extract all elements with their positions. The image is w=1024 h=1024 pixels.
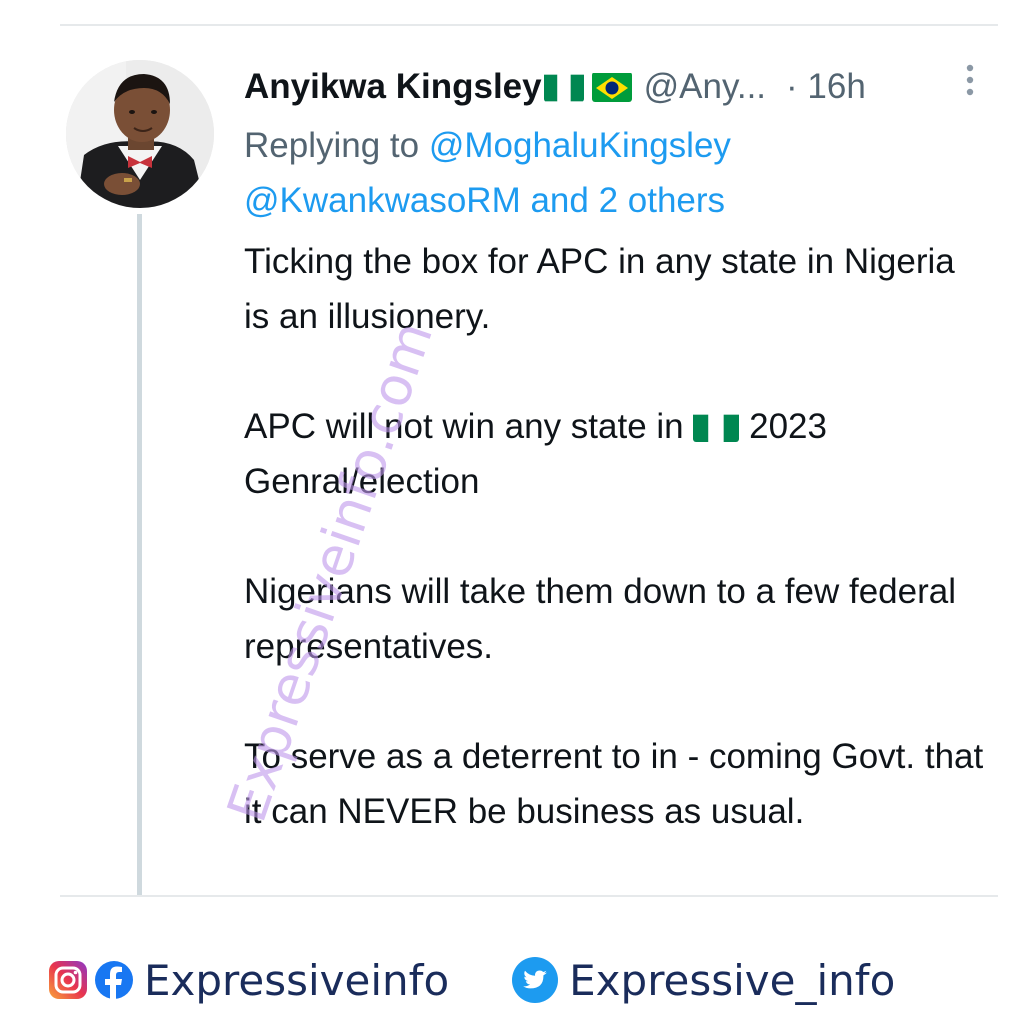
footer-right-group: Expressive_info [511,956,895,1005]
footer-left-label[interactable]: Expressiveinfo [144,956,449,1005]
others-link[interactable]: and 2 others [530,181,725,220]
footer-right-label[interactable]: Expressive_info [569,956,895,1005]
bottom-divider [60,895,998,897]
tweet-paragraph-2-before: APC will not win any state in [244,407,684,446]
top-divider [60,24,998,26]
user-handle[interactable]: @Any... [644,67,766,107]
footer-social-bar: Expressiveinfo Expressive_info [48,950,1008,1010]
nigeria-flag-icon [693,408,740,442]
brazil-flag-icon [591,72,632,102]
instagram-icon[interactable] [48,960,88,1000]
thread-connector-line [137,214,142,895]
nigeria-flag-icon [543,72,584,102]
vertical-ellipsis-icon[interactable] [960,62,980,102]
display-name[interactable]: Anyikwa Kingsley [244,67,542,107]
tweet-paragraph-1: Ticking the box for APC in any state in … [244,242,955,336]
avatar-photo [66,60,214,208]
footer-left-group: Expressiveinfo [48,956,449,1005]
avatar[interactable] [66,60,214,208]
tweet-body: Ticking the box for APC in any state in … [244,234,984,839]
tweet-paragraph-2: APC will not win any state in 2023 Genra… [244,399,984,509]
facebook-icon[interactable] [94,960,134,1000]
tweet-header: Anyikwa Kingsley @Any... · 16h [244,64,1004,110]
mention-link-1[interactable]: @MoghaluKingsley [429,126,731,165]
tweet-screenshot: Anyikwa Kingsley @Any... · 16h Replying … [0,0,1024,1024]
replying-to: Replying to @MoghaluKingsley @KwankwasoR… [244,118,984,228]
tweet-paragraph-4: To serve as a deterrent to in - coming G… [244,737,984,831]
mention-link-2[interactable]: @KwankwasoRM [244,181,521,220]
twitter-icon[interactable] [511,956,559,1004]
replying-prefix: Replying to [244,126,420,165]
tweet-paragraph-3: Nigerians will take them down to a few f… [244,572,957,666]
timestamp[interactable]: · 16h [786,67,866,107]
